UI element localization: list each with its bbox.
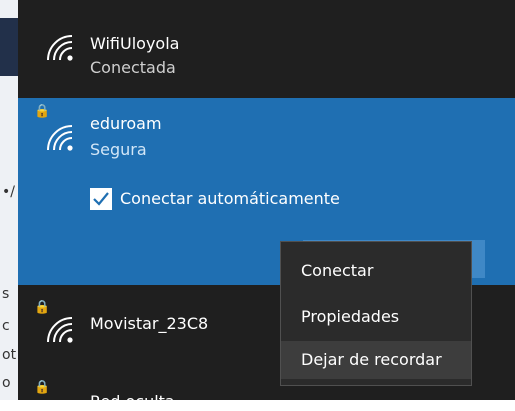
background-text-fragment: ot [2, 347, 17, 363]
network-name: WifiUloyola [90, 34, 180, 53]
network-status: Conectada [90, 58, 176, 77]
lock-icon: 🔒 [34, 104, 51, 119]
wifi-signal-icon [47, 125, 73, 151]
wifi-signal-icon [47, 35, 73, 61]
network-name: Red oculta [90, 392, 175, 411]
background-text-fragment: o [2, 375, 11, 391]
context-menu: Conectar Propiedades Dejar de recordar [280, 241, 472, 386]
network-name: eduroam [90, 114, 162, 133]
wifi-flyout-panel: WifiUloyola Conectada 🔒 eduroam Segura C… [18, 0, 515, 411]
checkbox-checked-icon[interactable] [90, 188, 112, 210]
background-text-fragment: c [2, 318, 10, 334]
menu-item-dejar-de-recordar[interactable]: Dejar de recordar [281, 341, 471, 379]
network-status: Segura [90, 140, 147, 159]
menu-item-conectar[interactable]: Conectar [281, 252, 471, 290]
wifi-signal-icon [47, 317, 73, 343]
background-text-fragment: •/ [2, 184, 15, 200]
network-item-wifiuloyola[interactable]: WifiUloyola Conectada [18, 0, 515, 92]
network-name: Movistar_23C8 [90, 314, 209, 333]
menu-item-propiedades[interactable]: Propiedades [281, 298, 471, 336]
auto-connect-label: Conectar automáticamente [120, 189, 340, 208]
lock-icon: 🔒 [34, 380, 51, 395]
background-text-fragment: s [2, 286, 10, 302]
